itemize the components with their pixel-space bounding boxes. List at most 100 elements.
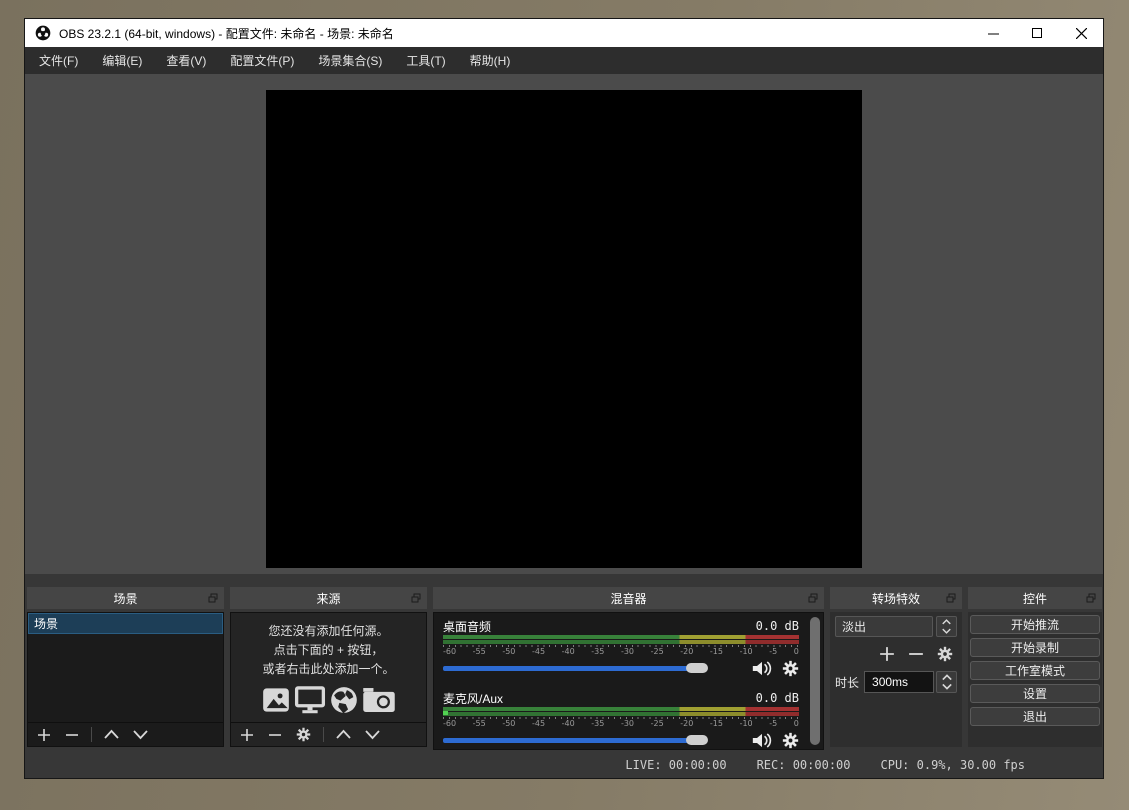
remove-transition-icon[interactable] (908, 646, 924, 662)
toolbar-separator (91, 727, 92, 742)
start-streaming-button[interactable]: 开始推流 (970, 615, 1100, 634)
scenes-panel-header[interactable]: 场景 (27, 587, 224, 609)
duration-input[interactable]: 300ms (864, 671, 934, 693)
mixer-panel: 混音器 桌面音频 0.0 dB (433, 587, 824, 747)
channel-db-value: 0.0 dB (756, 619, 799, 633)
desktop-background: OBS 23.2.1 (64-bit, windows) - 配置文件: 未命名… (0, 0, 1129, 810)
mixer-panel-header[interactable]: 混音器 (433, 587, 824, 609)
move-scene-up-icon[interactable] (104, 729, 119, 740)
volume-slider[interactable] (443, 731, 742, 749)
tick-label: -40 (562, 647, 575, 657)
menu-tools[interactable]: 工具(T) (394, 47, 457, 74)
transition-select-spinner[interactable] (936, 616, 957, 637)
add-source-icon[interactable] (240, 728, 254, 742)
live-time: LIVE: 00:00:00 (625, 758, 726, 772)
channel-settings-gear-icon[interactable] (782, 660, 799, 677)
tick-label: -45 (532, 647, 545, 657)
dock-icon (411, 593, 421, 603)
scene-list-empty-area[interactable] (28, 634, 223, 722)
scenes-panel-title: 场景 (113, 590, 137, 607)
meter-peak-indicator (443, 711, 448, 715)
exit-button[interactable]: 退出 (970, 707, 1100, 726)
program-canvas (266, 90, 862, 568)
tick-label: -25 (651, 719, 664, 729)
speaker-icon[interactable] (752, 660, 772, 677)
add-scene-icon[interactable] (37, 728, 51, 742)
meter-tick-labels: -60-55-50-45-40-35-30-25-20-15-10-50 (443, 647, 799, 657)
preview-area[interactable] (25, 74, 1103, 574)
channel-name: 桌面音频 (443, 618, 491, 635)
studio-mode-button[interactable]: 工作室模式 (970, 661, 1100, 680)
start-recording-button[interactable]: 开始录制 (970, 638, 1100, 657)
volume-slider-handle[interactable] (686, 663, 708, 673)
channel-settings-gear-icon[interactable] (782, 732, 799, 749)
menu-file[interactable]: 文件(F) (27, 47, 90, 74)
transition-selected-value: 淡出 (842, 618, 866, 635)
menu-view[interactable]: 查看(V) (154, 47, 218, 74)
remove-scene-icon[interactable] (65, 728, 79, 742)
sources-list[interactable]: 您还没有添加任何源。 点击下面的 + 按钮， 或者右击此处添加一个。 (230, 612, 427, 747)
remove-source-icon[interactable] (268, 728, 282, 742)
speaker-icon[interactable] (752, 732, 772, 749)
transitions-panel-header[interactable]: 转场特效 (830, 587, 962, 609)
sources-empty-line: 您还没有添加任何源。 (231, 622, 426, 641)
scenes-panel: 场景 场景 (27, 587, 224, 747)
menu-profile[interactable]: 配置文件(P) (218, 47, 306, 74)
scenes-toolbar (28, 722, 223, 746)
dock-icon (208, 593, 218, 603)
dock-icon (808, 593, 818, 603)
cpu-fps: CPU: 0.9%, 30.00 fps (881, 758, 1026, 772)
tick-label: -10 (740, 719, 753, 729)
transitions-body: 淡出 (830, 612, 962, 747)
volume-slider-handle[interactable] (686, 735, 708, 745)
move-source-up-icon[interactable] (336, 729, 351, 740)
menu-edit[interactable]: 编辑(E) (90, 47, 154, 74)
sources-empty-line: 点击下面的 + 按钮， (231, 641, 426, 660)
tick-label: -50 (502, 719, 515, 729)
mixer-scrollbar-thumb[interactable] (810, 617, 820, 745)
move-scene-down-icon[interactable] (133, 729, 148, 740)
maximize-button[interactable] (1015, 19, 1059, 47)
tick-label: -15 (710, 719, 723, 729)
menu-help[interactable]: 帮助(H) (458, 47, 523, 74)
tick-label: -30 (621, 719, 634, 729)
mixer-scrollbar[interactable] (810, 617, 820, 745)
close-icon (1076, 28, 1087, 39)
title-bar[interactable]: OBS 23.2.1 (64-bit, windows) - 配置文件: 未命名… (25, 19, 1103, 47)
tick-label: 0 (794, 647, 799, 657)
chevron-down-icon (942, 628, 951, 634)
tick-label: -60 (443, 719, 456, 729)
obs-logo-icon (35, 25, 51, 41)
window-title: OBS 23.2.1 (64-bit, windows) - 配置文件: 未命名… (59, 25, 971, 42)
minimize-button[interactable] (971, 19, 1015, 47)
source-properties-gear-icon[interactable] (296, 727, 311, 742)
chevron-up-icon (942, 674, 952, 681)
tick-label: -35 (591, 719, 604, 729)
minimize-icon (988, 28, 999, 39)
tick-label: -10 (740, 647, 753, 657)
tick-label: -40 (562, 719, 575, 729)
settings-button[interactable]: 设置 (970, 684, 1100, 703)
close-button[interactable] (1059, 19, 1103, 47)
controls-panel-header[interactable]: 控件 (968, 587, 1102, 609)
transition-select[interactable]: 淡出 (835, 616, 933, 637)
mixer-channel-mic-aux: 麦克风/Aux 0.0 dB -60-55-50-45-40-35-30-25-… (443, 690, 799, 749)
scene-list-item[interactable]: 场景 (28, 613, 223, 634)
duration-spinner[interactable] (936, 671, 957, 693)
meter-tick-labels: -60-55-50-45-40-35-30-25-20-15-10-50 (443, 719, 799, 729)
transition-properties-gear-icon[interactable] (937, 646, 953, 662)
controls-body: 开始推流 开始录制 工作室模式 设置 退出 (968, 612, 1102, 747)
menu-scene-collection[interactable]: 场景集合(S) (306, 47, 394, 74)
sources-panel-header[interactable]: 来源 (230, 587, 427, 609)
controls-panel: 控件 开始推流 开始录制 工作室模式 设置 退出 (968, 587, 1102, 747)
tick-label: -5 (769, 719, 777, 729)
transitions-panel-title: 转场特效 (872, 590, 920, 607)
mixer-channel-desktop-audio: 桌面音频 0.0 dB -60-55-50-45-40-35-30-25-20-… (443, 618, 799, 677)
volume-slider[interactable] (443, 659, 742, 677)
volume-meter (443, 635, 799, 644)
mixer-body: 桌面音频 0.0 dB -60-55-50-45-40-35-30-25-20-… (433, 612, 824, 750)
move-source-down-icon[interactable] (365, 729, 380, 740)
duration-value: 300ms (872, 675, 908, 689)
tick-label: 0 (794, 719, 799, 729)
add-transition-icon[interactable] (879, 646, 895, 662)
